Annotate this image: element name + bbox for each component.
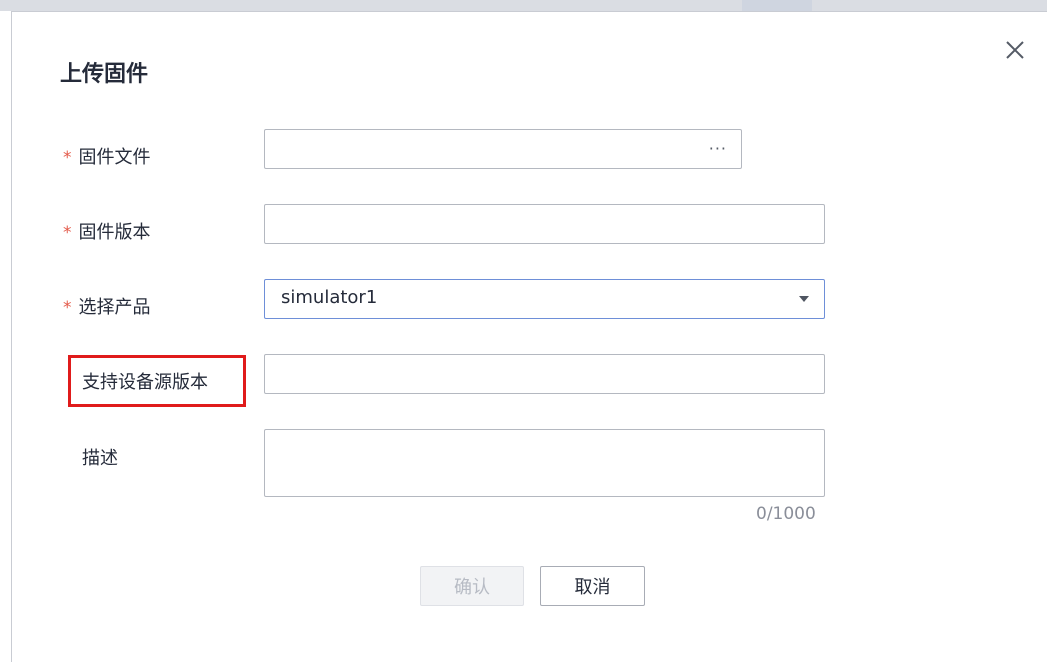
required-mark: * <box>63 148 72 168</box>
source-versions-field[interactable] <box>264 354 825 394</box>
firmware-file-label: * 固件文件 <box>63 147 151 168</box>
dialog-title: 上传固件 <box>60 62 149 87</box>
upload-firmware-dialog <box>11 11 1047 662</box>
select-product-label: * 选择产品 <box>63 297 151 318</box>
firmware-version-field[interactable] <box>264 204 825 244</box>
background-overlay-fragment <box>742 0 812 11</box>
background-overlay <box>0 0 1047 11</box>
firmware-version-label: * 固件版本 <box>63 222 151 243</box>
description-label: 描述 <box>82 448 118 469</box>
required-mark: * <box>63 223 72 243</box>
firmware-version-input[interactable] <box>265 205 824 243</box>
close-icon[interactable] <box>1003 38 1027 62</box>
product-select-value: simulator1 <box>281 287 378 308</box>
description-textarea[interactable] <box>265 430 824 496</box>
source-versions-input[interactable] <box>265 355 824 393</box>
source-versions-label: 支持设备源版本 <box>82 372 208 393</box>
browse-icon[interactable]: ··· <box>709 139 727 158</box>
character-counter: 0/1000 <box>756 504 816 524</box>
product-select[interactable]: simulator1 <box>264 279 825 319</box>
firmware-file-field[interactable]: ··· <box>264 129 742 169</box>
caret-down-icon[interactable] <box>799 296 809 302</box>
cancel-button[interactable]: 取消 <box>540 566 645 606</box>
firmware-file-input[interactable] <box>265 130 741 168</box>
description-field[interactable] <box>264 429 825 497</box>
required-mark: * <box>63 298 72 318</box>
confirm-button[interactable]: 确认 <box>420 566 524 606</box>
